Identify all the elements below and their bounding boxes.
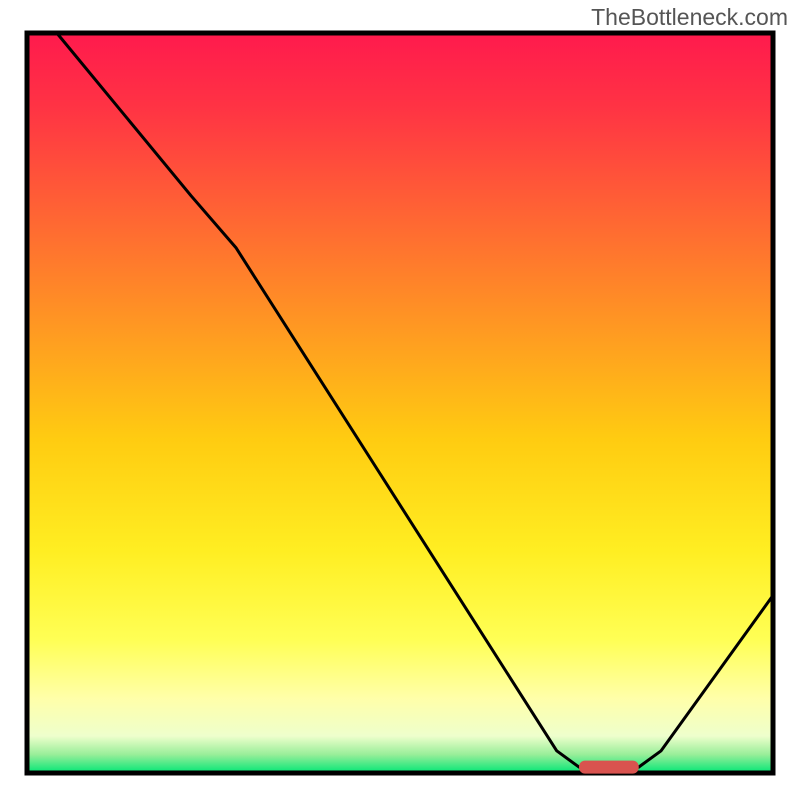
chart-container: TheBottleneck.com — [0, 0, 800, 800]
plot-background — [27, 33, 773, 773]
watermark-text: TheBottleneck.com — [591, 4, 788, 31]
optimal-marker — [579, 761, 639, 774]
bottleneck-chart — [0, 0, 800, 800]
